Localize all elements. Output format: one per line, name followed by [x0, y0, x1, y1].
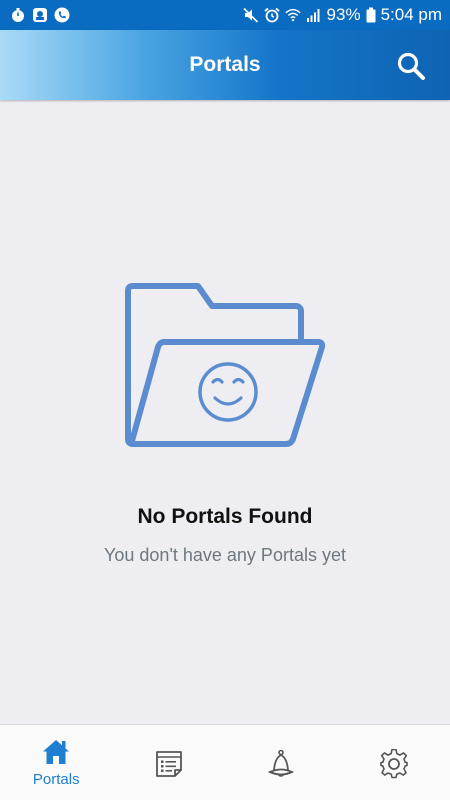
status-time: 5:04 pm	[380, 5, 442, 24]
empty-state-title: No Portals Found	[137, 505, 313, 528]
alarm-icon	[263, 7, 280, 23]
page-title: Portals	[189, 53, 261, 76]
nav-item-label: Portals	[32, 771, 80, 788]
stopwatch-icon	[12, 8, 24, 22]
nav-item-settings[interactable]	[338, 725, 450, 800]
status-bar-left	[10, 7, 70, 23]
bell-icon	[268, 749, 295, 777]
status-bar-right: 93% 5:04 pm	[242, 5, 442, 25]
signal-icon	[306, 9, 320, 22]
home-icon	[43, 740, 70, 764]
search-button[interactable]	[396, 51, 426, 81]
status-bar: 93% 5:04 pm	[0, 0, 450, 30]
search-icon	[397, 52, 425, 80]
empty-state-subtitle: You don't have any Portals yet	[104, 545, 346, 565]
nav-item-notifications[interactable]	[225, 725, 338, 800]
gear-icon	[379, 749, 408, 779]
mute-icon	[242, 7, 258, 23]
empty-folder-icon	[125, 283, 326, 447]
app-bar: Portals	[0, 30, 450, 100]
nav-item-tasks[interactable]	[113, 725, 226, 800]
app-notification-icon	[33, 8, 47, 22]
phone-call-icon	[54, 7, 70, 23]
document-list-icon	[155, 751, 182, 777]
wifi-icon	[284, 8, 301, 22]
battery-percent: 93%	[326, 5, 361, 24]
battery-icon	[366, 7, 376, 23]
nav-item-portals[interactable]: Portals	[0, 725, 113, 800]
empty-state: No Portals Found You don't have any Port…	[0, 100, 450, 724]
app-screen: 93% 5:04 pm Portals No Portals Found You…	[0, 0, 450, 800]
bottom-nav: Portals	[0, 724, 450, 800]
